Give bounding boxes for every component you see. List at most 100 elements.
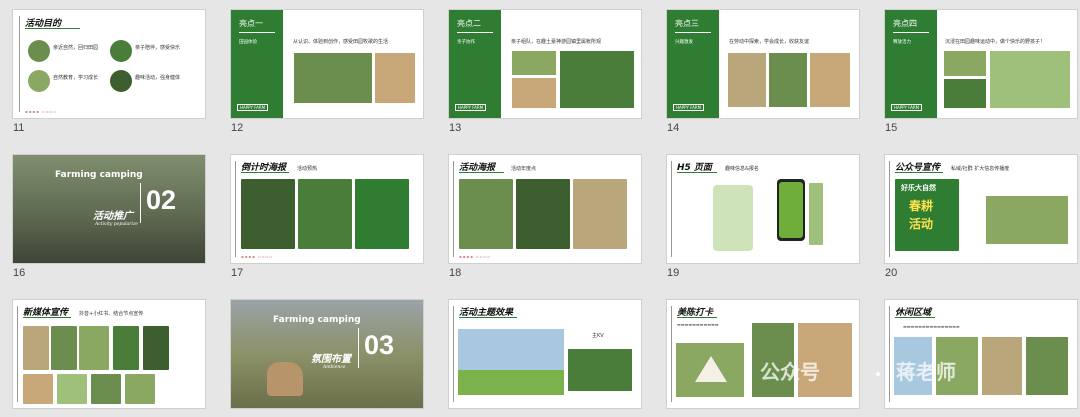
title-underline	[677, 172, 717, 173]
photo-circle	[28, 40, 50, 62]
section-title: 活动推广	[93, 211, 133, 222]
slide-subtitle: 抖音+小红书、结合节点宣传	[79, 311, 144, 317]
title-underline	[459, 172, 504, 173]
highlight-subtitle: 释放活力	[893, 40, 911, 45]
slide-thumbnail-25[interactable]: 休闲区域 ▬▬▬▬▬▬▬▬▬▬▬▬▬▬▬	[885, 300, 1077, 408]
item-label: 亲近自然，回归田园	[53, 45, 99, 51]
slide-subtitle: 私域/社群 扩大信息传播度	[951, 166, 1010, 172]
post-card	[51, 326, 77, 370]
tent-shape	[695, 356, 727, 382]
divider	[235, 161, 236, 257]
section-english: Activity popularize	[95, 222, 138, 227]
title-underline	[677, 317, 717, 318]
photo-circle	[28, 70, 50, 92]
slide-thumbnail-18[interactable]: 活动海报 活动年度点 ▪▪▪▪ ▫▫▫▫	[449, 155, 641, 263]
poster-headline: 好乐大自然	[901, 184, 936, 192]
divider	[889, 161, 890, 257]
caption: 从认识、体验到创作，感受田园牧歌的生活	[293, 39, 389, 45]
title-underline	[241, 172, 289, 173]
highlight-subtitle: 兴趣激发	[675, 40, 693, 45]
divider	[140, 183, 141, 223]
highlight-badge: 亮点三	[675, 19, 699, 28]
slide-number: 17	[231, 267, 244, 279]
slide-thumbnail-17[interactable]: 倒计时海报 活动预热 ▪▪▪▪ ▫▫▫▫	[231, 155, 423, 263]
slide-thumbnail-24[interactable]: 美陈打卡 ▬▬▬▬▬▬▬▬▬▬▬	[667, 300, 859, 408]
highlight-badge: 亮点一	[239, 19, 263, 28]
section-subtitle: Farming camping	[55, 170, 143, 180]
decor-dots: ▪▪▪▪ ▫▫▫▫	[25, 109, 57, 114]
photo	[1025, 336, 1069, 396]
slide-thumbnail-16[interactable]: Farming camping 活动推广 Activity popularize…	[13, 155, 205, 263]
photo	[559, 50, 635, 109]
divider	[893, 32, 929, 33]
photo-circle	[110, 70, 132, 92]
post-card	[143, 326, 169, 370]
title-underline	[25, 28, 80, 29]
slide-number: 13	[449, 122, 462, 134]
photo	[981, 336, 1023, 396]
photo-circle	[110, 40, 132, 62]
highlight-subtitle: 亲子协作	[457, 40, 475, 45]
post-card	[57, 374, 87, 404]
caption: 沉浸在田园趣味运动中，做个快乐的野孩子！	[945, 39, 1046, 45]
highlight-subtitle: 田园体验	[239, 40, 257, 45]
slide-number: 12	[231, 122, 244, 134]
item-label: 自然教育，学习成长	[53, 75, 99, 81]
post-card	[23, 326, 49, 370]
phone-mockup	[713, 185, 753, 251]
divider	[457, 32, 493, 33]
slide-thumbnail-12[interactable]: 亮点一 田园体验 HAPPY FARM 从认识、体验到创作，感受田园牧歌的生活	[231, 10, 423, 118]
title-underline	[895, 317, 935, 318]
photo	[943, 78, 987, 109]
photo	[727, 52, 767, 108]
poster	[298, 179, 352, 249]
slide-thumbnail-13[interactable]: 亮点二 亲子协作 HAPPY FARM 亲子组队，在趣土豪神游园镇里属帐所观	[449, 10, 641, 118]
slide-thumbnail-14[interactable]: 亮点三 兴趣激发 HAPPY FARM 在劳动中探索，学会成长，收获友谊	[667, 10, 859, 118]
slide-number: 18	[449, 267, 462, 279]
poster	[459, 179, 513, 249]
photo	[293, 52, 373, 104]
caption: 亲子组队，在趣土豪神游园镇里属帐所观	[511, 39, 602, 45]
divider	[453, 161, 454, 257]
watermark-left: 公众号	[760, 360, 820, 384]
photo	[511, 50, 557, 76]
slide-number: 20	[885, 267, 898, 279]
section-subtitle: Farming camping	[273, 315, 361, 325]
photo-ground	[458, 370, 564, 395]
divider	[19, 16, 20, 112]
decor-dots: ▪▪▪▪ ▫▫▫▫	[459, 254, 491, 259]
poster	[516, 179, 570, 249]
photo	[511, 77, 557, 109]
slide-subtitle: 活动年度点	[511, 166, 537, 172]
post-card	[23, 374, 53, 404]
slide-thumbnail-11[interactable]: 活动目的 亲近自然，回归田园 亲子陪伴，感受快乐 自然教育，学习成长 趣味活动，…	[13, 10, 205, 118]
body-text: ▬▬▬▬▬▬▬▬▬▬▬	[677, 322, 719, 327]
slide-thumbnail-21[interactable]: 新媒体宣传 抖音+小红书、结合节点宣传	[13, 300, 205, 408]
slide-subtitle: 趣味信息&报名	[725, 166, 759, 172]
post-card	[113, 326, 139, 370]
phone-screen	[779, 182, 803, 238]
highlight-badge: 亮点二	[457, 19, 481, 28]
highlight-badge: 亮点四	[893, 19, 917, 28]
item-label: 趣味活动，强身健体	[135, 75, 181, 81]
photo	[989, 50, 1071, 109]
caption: 在劳动中探索，学会成长，收获友谊	[729, 39, 810, 45]
slide-thumbnail-23[interactable]: 活动主题效果 主KV	[449, 300, 641, 408]
divider	[17, 306, 18, 402]
highlight-panel: 亮点二 亲子协作 HAPPY FARM	[449, 10, 501, 118]
slide-thumbnail-22[interactable]: Farming camping 氛围布置 Ambience 03	[231, 300, 423, 408]
title-underline	[895, 172, 943, 173]
divider	[671, 161, 672, 257]
slide-thumbnail-19[interactable]: H5 页面 趣味信息&报名	[667, 155, 859, 263]
photo	[943, 50, 987, 77]
title-underline	[459, 317, 517, 318]
brand-tag: HAPPY FARM	[455, 104, 487, 111]
slide-thumbnail-15[interactable]: 亮点四 释放活力 HAPPY FARM 沉浸在田园趣味运动中，做个快乐的野孩子！	[885, 10, 1077, 118]
section-number: 02	[146, 185, 177, 215]
highlight-panel: 亮点四 释放活力 HAPPY FARM	[885, 10, 937, 118]
slide-number: 16	[13, 267, 26, 279]
post-card	[79, 326, 109, 370]
slide-subtitle: 活动预热	[297, 166, 318, 172]
slide-thumbnail-20[interactable]: 公众号宣传 私域/社群 扩大信息传播度 好乐大自然 春耕 活动	[885, 155, 1077, 263]
decor-dots: ▪▪▪▪ ▫▫▫▫	[241, 254, 273, 259]
